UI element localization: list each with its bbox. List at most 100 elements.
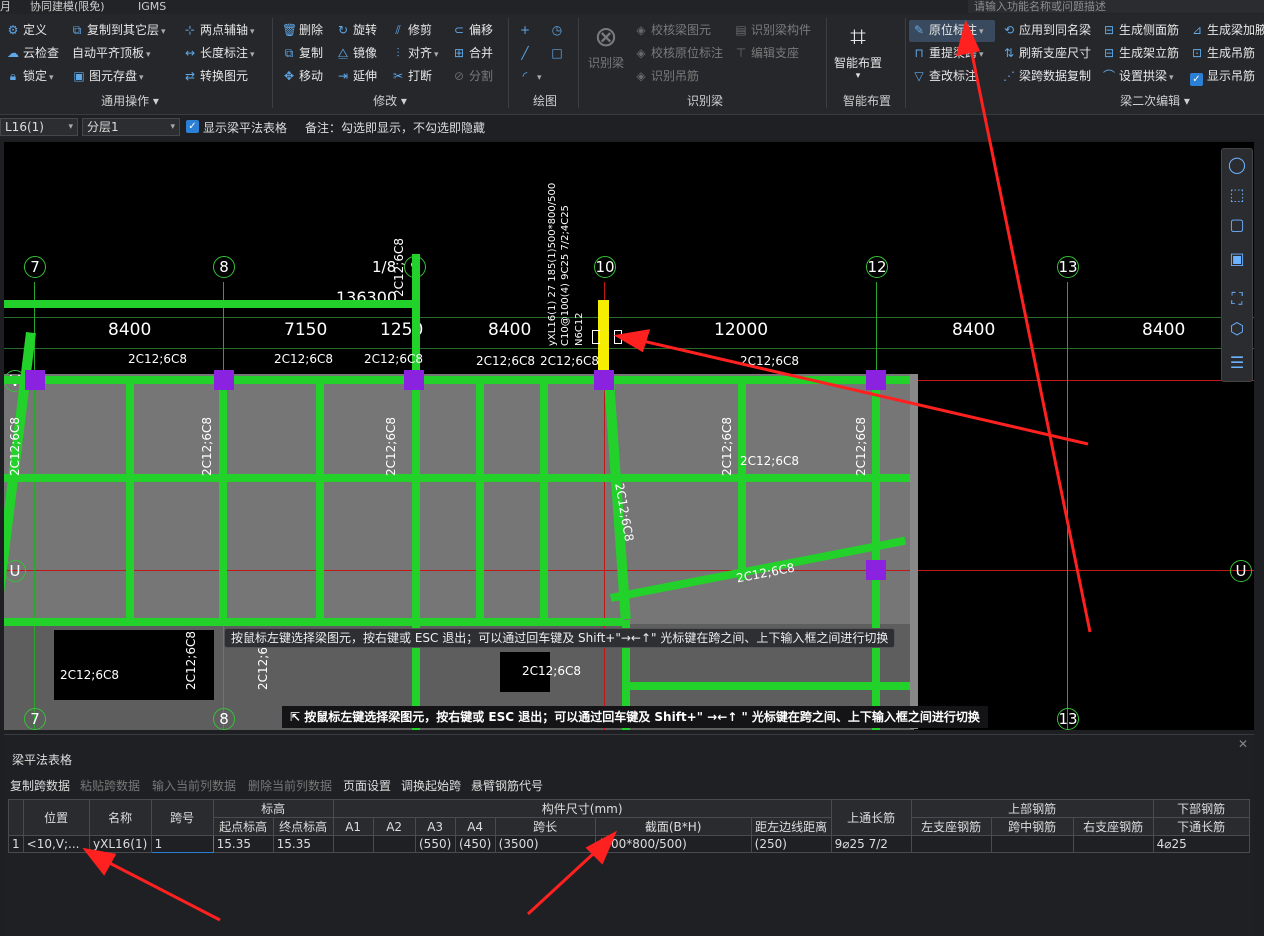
in-place-annotation-button[interactable]: ✎ 原位标注 ▾ — [912, 20, 984, 41]
set-arch-beam-button[interactable]: ⌒ 设置拱梁 ▾ — [1102, 66, 1174, 87]
copy-button[interactable]: ⧉ 复制 — [282, 43, 323, 64]
apply-icon: ⟲ — [1003, 23, 1015, 37]
line-tool[interactable]: ╱ — [518, 43, 535, 64]
menu-item-igms[interactable]: IGMS — [138, 0, 166, 14]
cell-name[interactable]: yXL16(1) — [88, 835, 152, 853]
convert-icon: ⇄ — [184, 69, 196, 83]
gen-side-bar-button[interactable]: ⊟ 生成侧面筋 — [1102, 20, 1179, 41]
merge-button[interactable]: ⊞ 合并 — [452, 43, 493, 64]
gen-hanger-button[interactable]: ⊡ 生成吊筋 — [1190, 43, 1255, 64]
page-setup-button[interactable]: 页面设置 — [343, 777, 391, 794]
cell-position[interactable]: <10,V;... — [22, 835, 90, 853]
drawing-canvas[interactable]: 7 8 1/8 9 10 12 13 V U U 7 8 13 8400 715… — [4, 142, 1254, 730]
view-3d-icon[interactable]: ▣ — [1222, 249, 1252, 268]
view-cube-icon[interactable]: ▢ — [1222, 215, 1252, 234]
mirror-icon: ⧋ — [337, 46, 349, 60]
list-view-icon[interactable]: ☰ — [1222, 353, 1252, 372]
menu-item-collab[interactable]: 协同建模(限免) — [30, 0, 105, 14]
cursor-tooltip: 按鼠标左键选择梁图元，按右键或 ESC 退出；可以通过回车键及 Shift+"→… — [224, 628, 896, 648]
point-tool[interactable]: + — [518, 20, 535, 41]
rotate-button[interactable]: ↻ 旋转 — [336, 20, 377, 41]
edit-annotation-button[interactable]: ▽ 查改标注 — [912, 66, 977, 87]
group-label-secondary[interactable]: 梁二次编辑 ▾ — [1100, 93, 1210, 109]
input-column-button[interactable]: 输入当前列数据 — [152, 777, 236, 794]
annotate-icon: ✎ — [913, 23, 925, 37]
beam-annotation-2: C10@100(4) 9C25 7/2;4C25 — [560, 205, 571, 346]
erect-bar-icon: ⊟ — [1103, 46, 1115, 60]
offset-icon: ⊂ — [453, 23, 465, 37]
dim-5: 12000 — [714, 320, 769, 340]
recognize-beam-component-button[interactable]: ▤ 识别梁构件 — [734, 20, 811, 41]
fit-view-icon[interactable]: ⛶ — [1222, 289, 1252, 309]
edit-support-button[interactable]: ⊤ 编辑支座 — [734, 43, 799, 64]
property-toolbar: L16(1) ▾ 分层1 ▾ ✓ 显示梁平法表格 备注：勾选即显示，不勾选即隐藏 — [0, 115, 1264, 139]
circle-tool[interactable]: ◷ — [550, 20, 567, 41]
delete-button[interactable]: 🗑︎ 删除 — [282, 20, 323, 41]
gen-erect-bar-button[interactable]: ⊟ 生成架立筋 — [1102, 43, 1179, 64]
save-element-button[interactable]: ▣ 图元存盘 ▾ — [72, 66, 143, 87]
show-hanger-checkbox[interactable]: ✓ 显示吊筋 — [1190, 66, 1255, 87]
move-button[interactable]: ✥ 移动 — [282, 66, 323, 87]
beam-row-V[interactable] — [4, 376, 914, 384]
two-point-axis-button[interactable]: ⊹ 两点辅轴 ▾ — [183, 20, 255, 41]
refresh-support-button[interactable]: ⇅ 刷新支座尺寸 — [1002, 43, 1091, 64]
span-data-copy-button[interactable]: ⋰ 梁跨数据复制 — [1002, 66, 1091, 87]
gen-haunch-button[interactable]: ⊿ 生成梁加腋 — [1190, 20, 1264, 41]
define-button[interactable]: ⚙ 定义 — [6, 20, 47, 41]
copy-to-floor-button[interactable]: ⧉ 复制到其它层 ▾ — [70, 20, 166, 41]
section-box-icon[interactable]: ⬡ — [1222, 319, 1252, 338]
lock-button[interactable]: 🔒︎ 锁定 ▾ — [6, 66, 54, 87]
swap-start-span-button[interactable]: 调换起始跨 — [401, 777, 461, 794]
cloud-check-button[interactable]: ☁ 云检查 — [6, 43, 59, 64]
arc-tool[interactable]: ◜ ▾ — [518, 66, 542, 87]
copy-span-data-button[interactable]: 复制跨数据 — [10, 777, 70, 794]
show-table-checkbox[interactable]: ✓ — [186, 120, 199, 133]
view-box-icon[interactable]: ⬚ — [1222, 185, 1252, 204]
floor-selector[interactable]: 分层1 ▾ — [82, 118, 180, 136]
group-label-modify[interactable]: 修改 ▾ — [340, 93, 440, 109]
paste-span-data-button[interactable]: 粘贴跨数据 — [80, 777, 140, 794]
view-sphere-icon[interactable]: ◯ — [1222, 155, 1252, 174]
rotate-icon: ↻ — [337, 23, 349, 37]
refresh-icon: ⇅ — [1003, 46, 1015, 60]
group-label-general[interactable]: 通用操作 ▾ — [60, 93, 200, 109]
dim-6: 8400 — [952, 320, 996, 340]
beam-annotation-3: N6C12 — [574, 312, 585, 346]
axis-13-bottom: 13 — [1057, 708, 1079, 730]
close-icon[interactable]: ✕ — [1238, 737, 1248, 751]
length-dim-button[interactable]: ↔ 长度标注 ▾ — [183, 43, 255, 64]
axis-12: 12 — [866, 256, 888, 278]
check-icon: ✓ — [1190, 73, 1203, 86]
align-button[interactable]: ⫶ 对齐 ▾ — [391, 43, 438, 64]
trim-button[interactable]: ⫽ 修剪 — [391, 20, 432, 41]
menu-item-month[interactable]: 月 — [0, 0, 11, 14]
beam-selector[interactable]: L16(1) ▾ — [0, 118, 78, 136]
auto-align-slab-button[interactable]: 自动平齐顶板 ▾ — [72, 43, 151, 64]
extend-button[interactable]: ⇥ 延伸 — [336, 66, 377, 87]
prompt-icon: ⇱ — [290, 710, 305, 724]
cantilever-code-button[interactable]: 悬臂钢筋代号 — [471, 777, 543, 794]
cell-section[interactable]: (500*800/500) — [594, 835, 752, 853]
recognize-hanger-button[interactable]: ◈ 识别吊筋 — [634, 66, 699, 87]
function-search-input[interactable]: 请输入功能名称或问题描述 — [968, 0, 1264, 13]
break-button[interactable]: ✂ 打断 — [391, 66, 432, 87]
check-annotation-button[interactable]: ◈ 校核原位标注 — [634, 43, 723, 64]
mirror-button[interactable]: ⧋ 镜像 — [336, 43, 377, 64]
split-button[interactable]: ⊘ 分割 — [452, 66, 493, 87]
smart-layout-button[interactable]: ⌗ 智能布置 ▾ — [830, 20, 886, 81]
rect-tool[interactable]: □ — [550, 43, 567, 64]
convert-element-button[interactable]: ⇄ 转换图元 — [183, 66, 248, 87]
dim-2: 7150 — [284, 320, 328, 340]
beam-annotation: yXL16(1) 27 185(1)500*800/500 — [547, 182, 558, 346]
recognize-beam-button[interactable]: ⊗ 识别梁 — [584, 20, 628, 71]
haunch-icon: ⊿ — [1191, 23, 1203, 37]
reextract-span-button[interactable]: ⊓ 重提梁跨 ▾ — [912, 43, 983, 64]
check-beam-button[interactable]: ◈ 校核梁图元 — [634, 20, 711, 41]
apply-same-name-button[interactable]: ⟲ 应用到同名梁 — [1002, 20, 1091, 41]
offset-button[interactable]: ⊂ 偏移 — [452, 20, 493, 41]
axis-8: 8 — [213, 256, 235, 278]
trim-icon: ⫽ — [395, 23, 401, 37]
cell-span-no[interactable]: 1 — [150, 835, 214, 853]
delete-column-button[interactable]: 删除当前列数据 — [248, 777, 332, 794]
cloud-icon: ☁ — [7, 46, 19, 60]
